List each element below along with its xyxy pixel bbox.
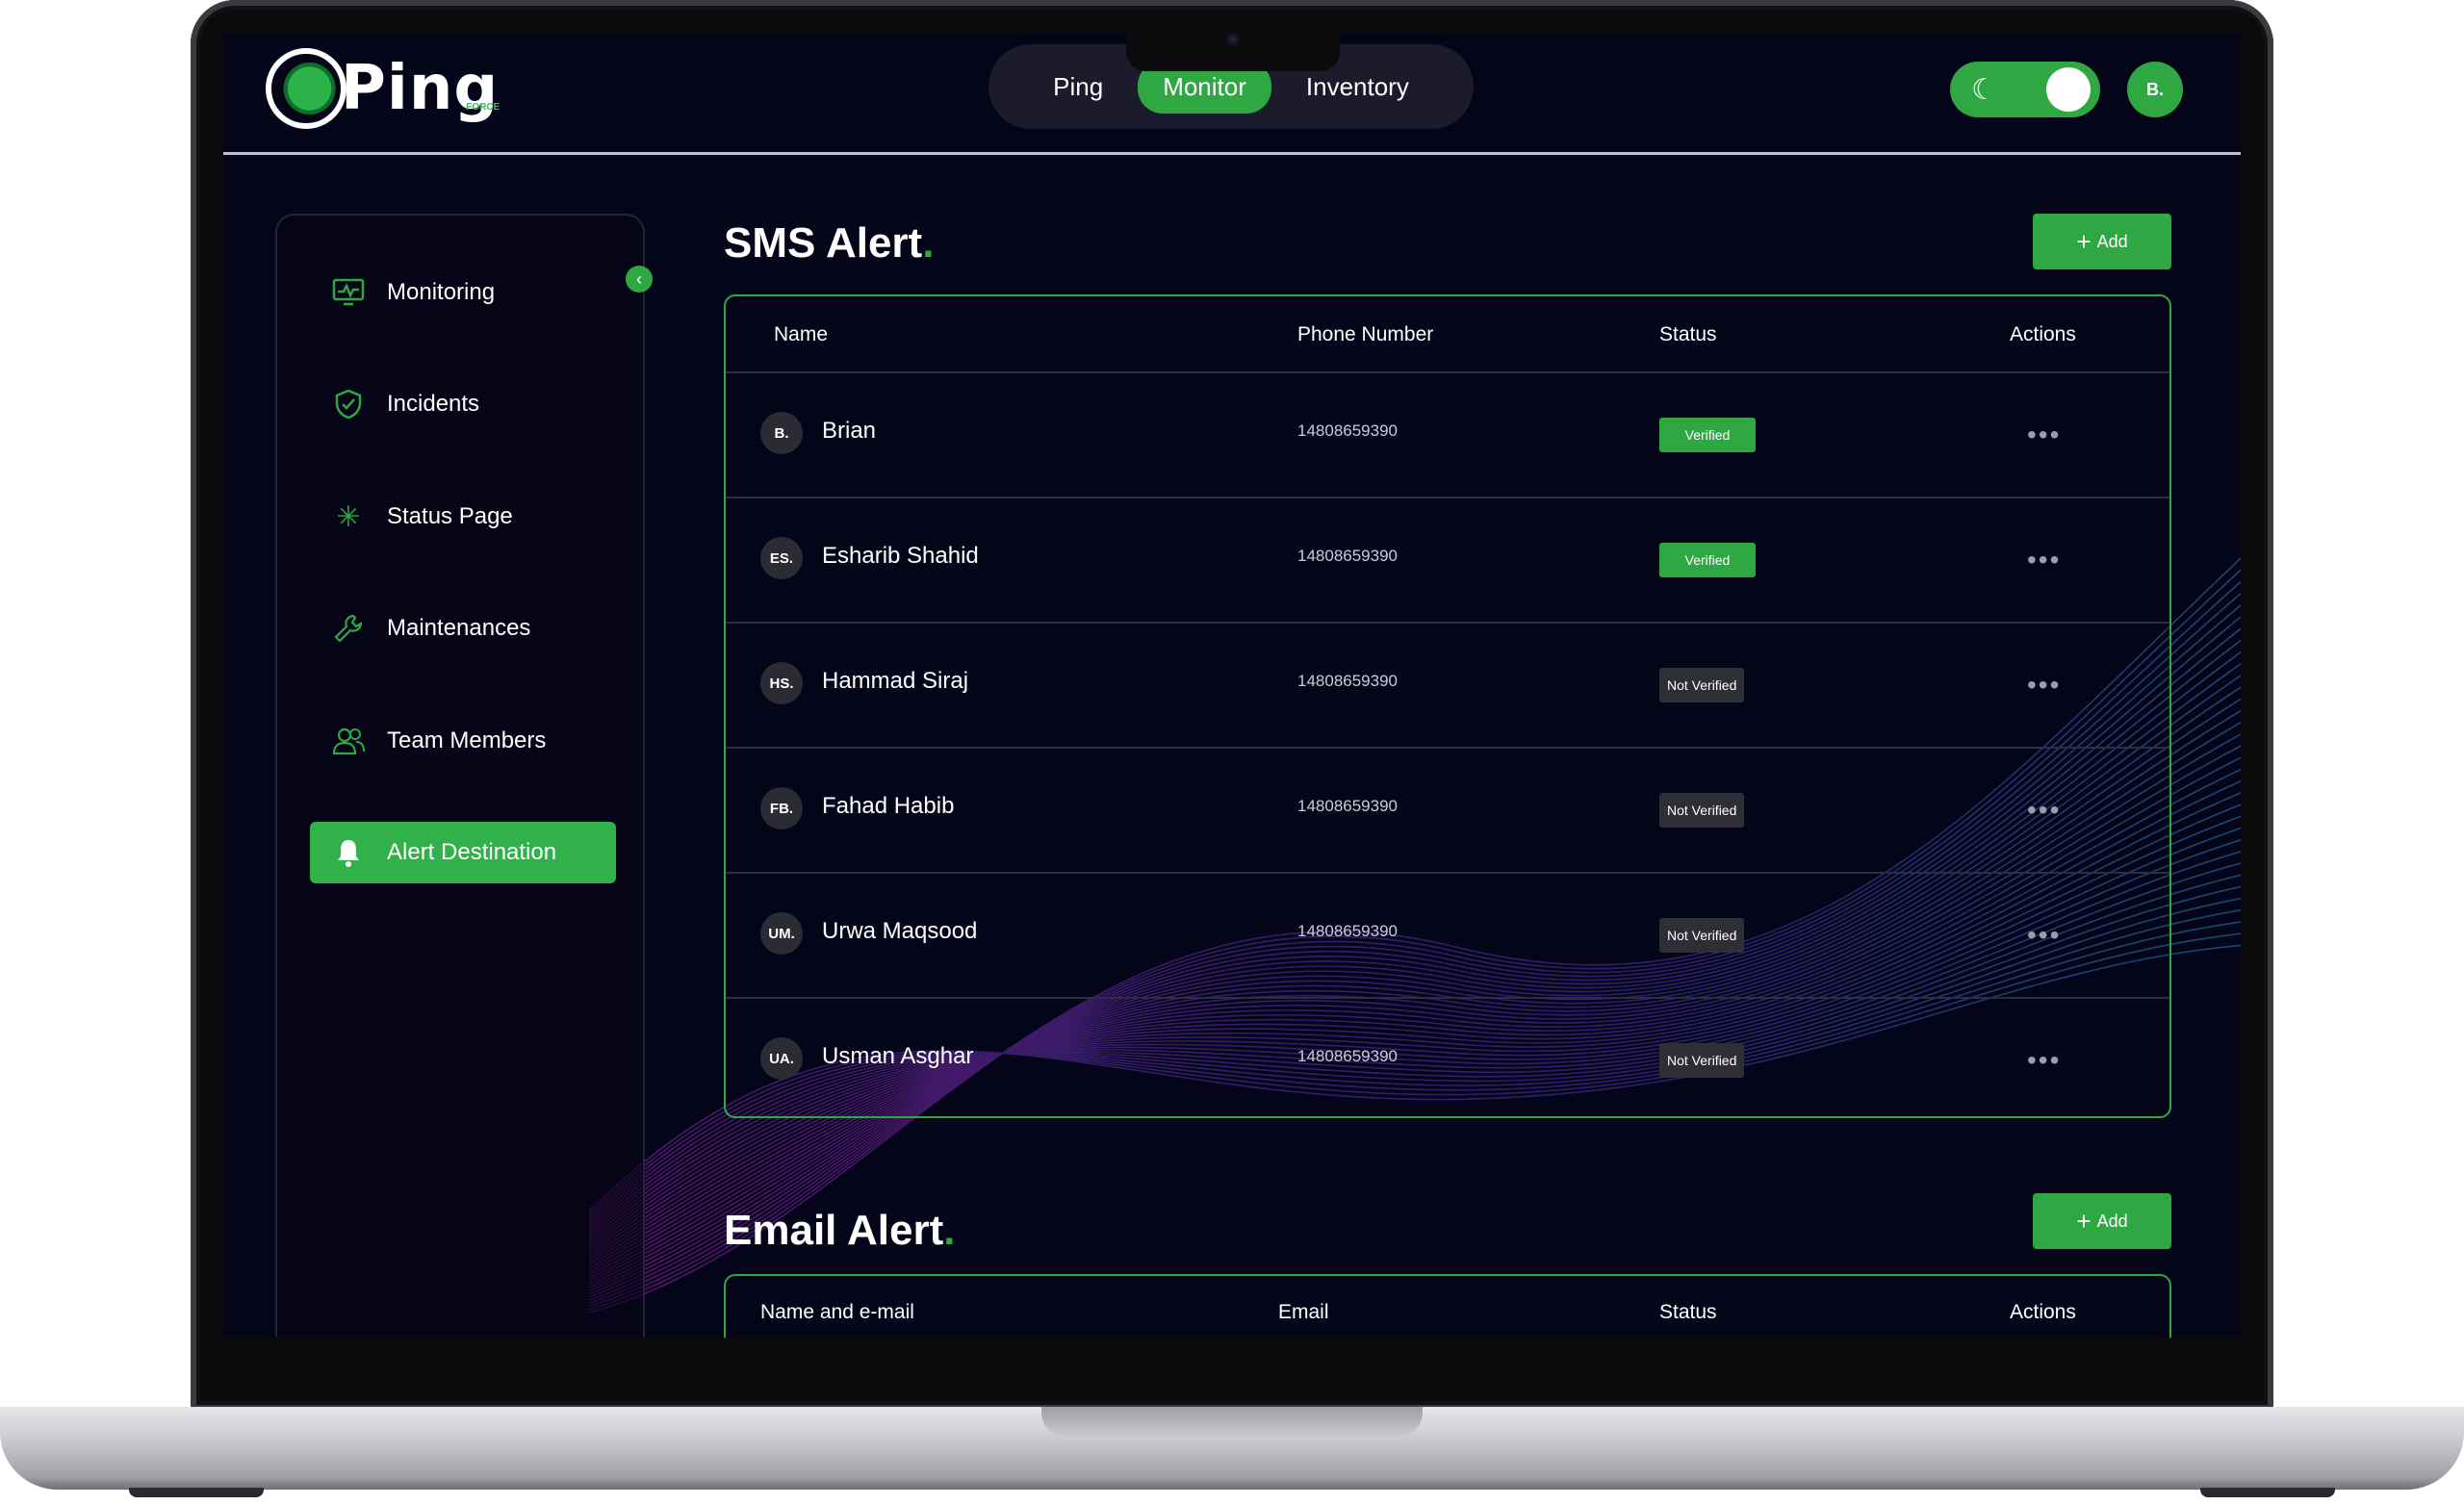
title-dot: . [922, 219, 935, 267]
sidebar-item-label: Team Members [387, 727, 547, 753]
laptop-opening-lip [1041, 1407, 1423, 1436]
user-avatar[interactable]: B. [2127, 62, 2183, 117]
sidebar-item-label: Status Page [387, 503, 513, 529]
add-sms-label: Add [2096, 231, 2128, 251]
avatar: UM. [760, 912, 803, 955]
more-actions-icon[interactable]: ••• [2027, 920, 2061, 951]
logo[interactable]: Ping FORCE [266, 48, 500, 129]
contact-name: Fahad Habib [822, 793, 955, 819]
column-email: Email [1278, 1301, 1329, 1323]
avatar: FB. [760, 787, 803, 829]
laptop-foot [2200, 1488, 2335, 1497]
chevron-left-icon: ‹ [636, 269, 642, 289]
avatar: UA. [760, 1037, 803, 1080]
tab-ping[interactable]: Ping [1028, 61, 1128, 114]
add-email-button[interactable]: + Add [2033, 1193, 2171, 1249]
column-status: Status [1659, 1301, 1717, 1323]
sparkle-icon: ✳ [336, 500, 361, 533]
more-actions-icon[interactable]: ••• [2027, 795, 2061, 826]
more-actions-icon[interactable]: ••• [2027, 420, 2061, 450]
sidebar-item-team-members[interactable]: Team Members [310, 710, 616, 772]
column-status: Status [1659, 323, 1717, 345]
sidebar-item-label: Maintenances [387, 615, 531, 641]
sms-alert-title-text: SMS Alert [724, 219, 923, 267]
table-row: ES. Esharib Shahid 14808659390 Verified … [726, 498, 2169, 624]
sidebar-item-monitoring[interactable]: Monitoring [310, 262, 616, 323]
monitor-icon [329, 273, 368, 312]
sidebar-item-alert-destination[interactable]: Alert Destination [310, 822, 616, 883]
add-sms-button[interactable]: + Add [2033, 214, 2171, 269]
add-email-label: Add [2096, 1211, 2128, 1231]
sidebar-item-status-page[interactable]: ✳ Status Page [310, 486, 616, 548]
phone-number: 14808659390 [1297, 547, 1399, 565]
moon-icon: ☾ [1971, 74, 1997, 106]
table-row: UM. Urwa Maqsood 14808659390 Not Verifie… [726, 874, 2169, 999]
email-alert-title: Email Alert. [724, 1207, 955, 1255]
contact-name: Esharib Shahid [822, 543, 979, 569]
more-actions-icon[interactable]: ••• [2027, 670, 2061, 701]
plus-icon: + [2076, 1207, 2092, 1236]
status-badge: Not Verified [1659, 918, 1745, 953]
status-badge: Not Verified [1659, 668, 1745, 702]
header-divider [223, 152, 2241, 155]
theme-toggle[interactable]: ☾ [1950, 62, 2100, 117]
users-icon [329, 722, 368, 760]
table-row: B. Brian 14808659390 Verified ••• [726, 373, 2169, 498]
status-badge: Verified [1659, 418, 1756, 452]
avatar: HS. [760, 662, 803, 704]
phone-number: 14808659390 [1297, 1047, 1399, 1065]
laptop-foot [129, 1488, 264, 1497]
table-row: FB. Fahad Habib 14808659390 Not Verified… [726, 749, 2169, 874]
bell-icon [329, 833, 368, 872]
contact-name: Brian [822, 418, 877, 444]
table-row: HS. Hammad Siraj 14808659390 Not Verifie… [726, 624, 2169, 749]
wrench-icon [329, 609, 368, 648]
contact-name: Usman Asghar [822, 1043, 974, 1069]
table-header: Name and e-mail Email Status Actions [726, 1276, 2169, 1338]
sidebar-item-incidents[interactable]: Incidents [310, 373, 616, 435]
camera-icon [1226, 33, 1240, 46]
sidebar: Monitoring Incidents ✳ Status Page Maint… [275, 214, 645, 1338]
email-alert-title-text: Email Alert [724, 1207, 944, 1254]
plus-icon: + [2076, 227, 2092, 256]
column-name-email: Name and e-mail [760, 1301, 914, 1323]
status-badge: Verified [1659, 543, 1756, 577]
sms-alert-table: Name Phone Number Status Actions B. Bria… [724, 294, 2171, 1118]
contact-name: Urwa Maqsood [822, 918, 978, 944]
phone-number: 14808659390 [1297, 797, 1399, 815]
avatar: B. [760, 412, 803, 454]
column-actions: Actions [2010, 1301, 2076, 1323]
avatar: ES. [760, 537, 803, 579]
column-actions: Actions [2010, 323, 2076, 345]
phone-number: 14808659390 [1297, 421, 1399, 440]
status-badge: Not Verified [1659, 793, 1745, 828]
table-row: UA. Usman Asghar 14808659390 Not Verifie… [726, 999, 2169, 1122]
email-alert-table: Name and e-mail Email Status Actions [724, 1274, 2171, 1338]
app-screen: Ping FORCE Ping Monitor Inventory ☾ B. M… [223, 33, 2241, 1338]
column-phone-number: Phone Number [1297, 323, 1434, 345]
sms-alert-title: SMS Alert. [724, 219, 934, 268]
collapse-sidebar-button[interactable]: ‹ [626, 266, 653, 293]
phone-number: 14808659390 [1297, 672, 1399, 690]
shield-check-icon [329, 385, 368, 423]
sidebar-item-label: Incidents [387, 391, 480, 417]
sidebar-item-label: Monitoring [387, 279, 496, 305]
phone-number: 14808659390 [1297, 922, 1399, 940]
table-header: Name Phone Number Status Actions [726, 296, 2169, 373]
logo-text: Ping [341, 53, 500, 124]
more-actions-icon[interactable]: ••• [2027, 545, 2061, 575]
logo-subtext: FORCE [466, 101, 500, 113]
status-badge: Not Verified [1659, 1043, 1745, 1078]
toggle-knob [2046, 67, 2091, 112]
sidebar-item-maintenances[interactable]: Maintenances [310, 598, 616, 659]
more-actions-icon[interactable]: ••• [2027, 1045, 2061, 1076]
title-dot: . [943, 1207, 956, 1254]
column-name: Name [774, 323, 829, 345]
sidebar-item-label: Alert Destination [387, 839, 557, 865]
camera-notch [1126, 17, 1340, 71]
rocket-logo-icon [266, 48, 346, 129]
contact-name: Hammad Siraj [822, 668, 969, 694]
